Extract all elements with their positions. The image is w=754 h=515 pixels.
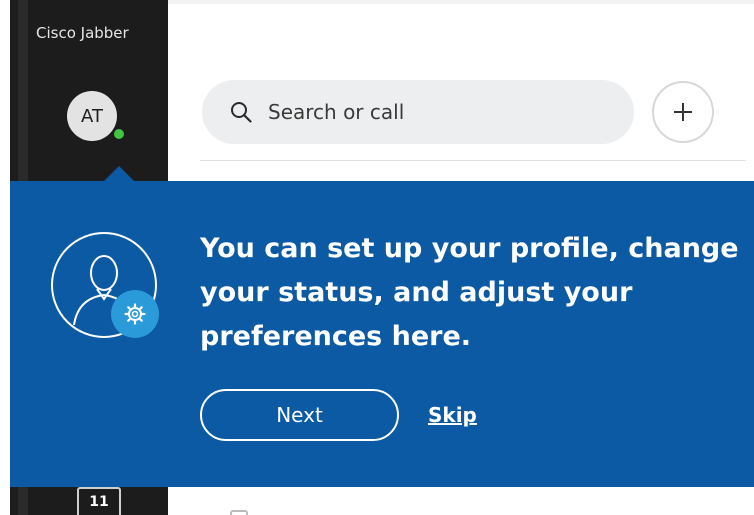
- top-strip: [168, 0, 754, 4]
- user-profile-icon: [51, 232, 157, 338]
- next-button[interactable]: Next: [200, 389, 399, 441]
- search-placeholder: Search or call: [268, 100, 405, 124]
- app-title: Cisco Jabber: [36, 24, 129, 42]
- avatar[interactable]: AT: [67, 91, 117, 141]
- presence-indicator: [112, 127, 126, 141]
- add-button[interactable]: [652, 81, 714, 143]
- coachmark-pointer: [103, 166, 135, 182]
- skip-link[interactable]: Skip: [428, 403, 477, 427]
- list-item-icon: [230, 510, 248, 515]
- gear-icon: [111, 290, 159, 338]
- avatar-initials: AT: [81, 105, 103, 127]
- search-icon: [231, 102, 252, 123]
- header-divider: [200, 160, 746, 161]
- search-input[interactable]: Search or call: [202, 80, 634, 144]
- jabber-window: Cisco Jabber AT Search or call 11 You ca…: [0, 0, 754, 515]
- calendar-day: 11: [89, 494, 109, 510]
- plus-icon: [674, 103, 692, 121]
- coachmark-popover: You can set up your profile, change your…: [10, 181, 754, 487]
- coachmark-message: You can set up your profile, change your…: [200, 233, 739, 352]
- calendar-icon[interactable]: 11: [77, 487, 121, 515]
